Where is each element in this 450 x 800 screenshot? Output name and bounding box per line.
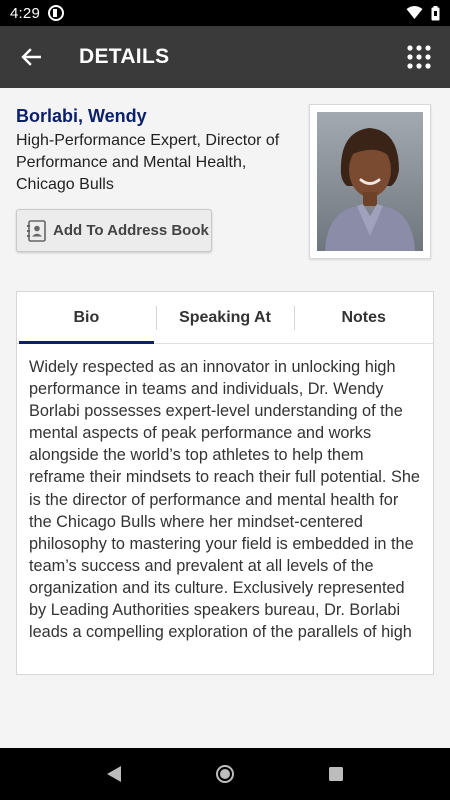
wifi-icon	[406, 6, 423, 19]
back-button[interactable]	[0, 26, 62, 88]
status-icons	[406, 5, 440, 21]
system-nav-bar	[0, 748, 450, 800]
nav-home-icon[interactable]	[215, 764, 235, 784]
add-to-address-book-label: Add To Address Book	[53, 222, 209, 239]
tab-bar: Bio Speaking At Notes	[17, 292, 433, 344]
nav-recents-icon[interactable]	[328, 766, 344, 782]
status-time: 4:29	[10, 4, 40, 22]
add-to-address-book-button[interactable]: Add To Address Book	[16, 209, 212, 252]
notification-icon	[48, 5, 64, 21]
contact-card-icon	[27, 219, 46, 242]
speaker-photo	[317, 112, 423, 251]
bio-text: Widely respected as an innovator in unlo…	[29, 358, 420, 642]
details-content: Borlabi, Wendy High-Performance Expert, …	[0, 88, 450, 748]
grid-menu-button[interactable]	[388, 26, 450, 88]
grid-menu-icon	[407, 45, 431, 69]
speaker-photo-frame	[309, 104, 431, 259]
battery-icon	[431, 5, 440, 20]
page-title: DETAILS	[79, 45, 170, 68]
speaker-name: Borlabi, Wendy	[16, 106, 147, 126]
details-card: Bio Speaking At Notes Widely respected a…	[16, 291, 434, 675]
nav-back-icon[interactable]	[106, 765, 122, 783]
speaker-role: High-Performance Expert, Director of Per…	[16, 132, 280, 193]
arrow-left-icon	[21, 48, 41, 66]
tab-notes[interactable]: Notes	[294, 292, 433, 343]
tab-speaking-at[interactable]: Speaking At	[155, 292, 295, 343]
tab-bio[interactable]: Bio	[17, 292, 156, 344]
status-bar: 4:29	[0, 0, 450, 26]
app-bar: DETAILS	[0, 26, 450, 88]
